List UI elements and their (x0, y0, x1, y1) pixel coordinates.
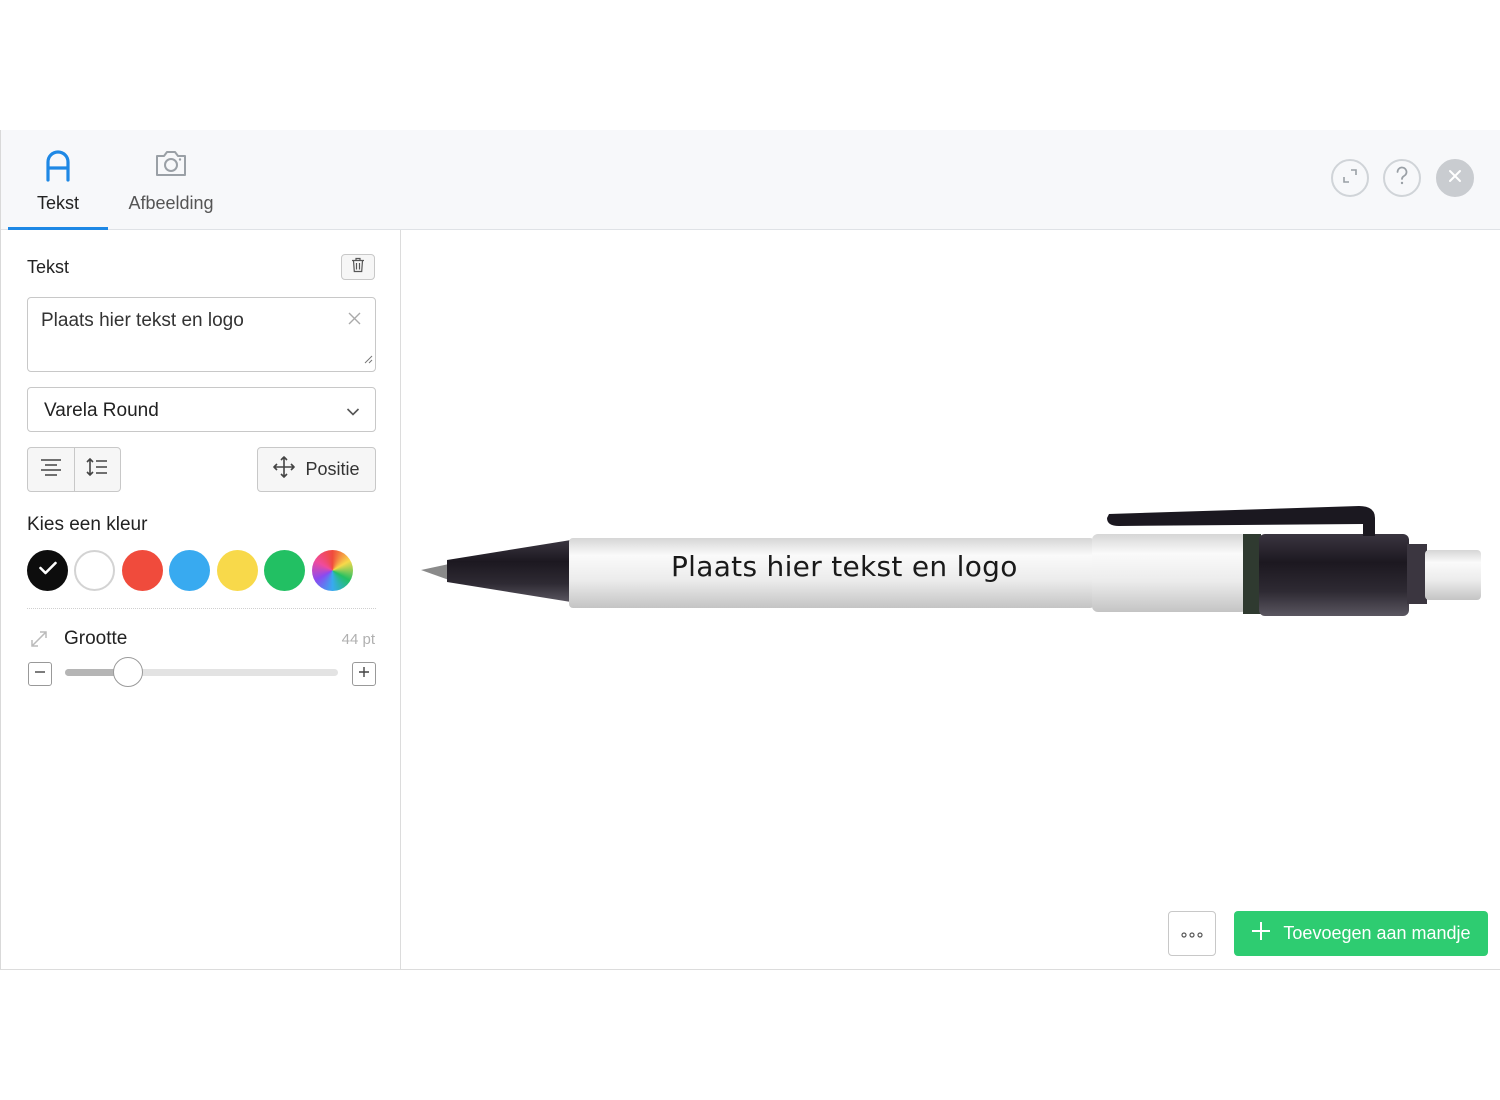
size-increase-button[interactable] (352, 662, 376, 686)
color-swatch-green[interactable] (264, 550, 305, 591)
add-to-cart-button[interactable]: Toevoegen aan mandje (1234, 911, 1488, 956)
color-label: Kies een kleur (27, 514, 148, 535)
divider (27, 608, 376, 609)
text-input[interactable]: Plaats hier tekst en logo (27, 297, 376, 372)
size-slider-thumb[interactable] (112, 657, 143, 687)
size-label: Grootte (64, 628, 128, 649)
color-swatch-red[interactable] (122, 550, 163, 591)
close-icon (1448, 169, 1462, 188)
add-to-cart-label: Toevoegen aan mandje (1283, 923, 1471, 943)
color-swatch-yellow[interactable] (217, 550, 258, 591)
designer-app: Tekst Afbeelding Tekst Plaats hier tekst… (0, 130, 1500, 970)
color-swatch-black[interactable] (27, 550, 68, 591)
close-button[interactable] (1436, 159, 1474, 197)
expand-button[interactable] (1331, 159, 1369, 197)
help-button[interactable] (1383, 159, 1421, 197)
tab-afbeelding[interactable]: Afbeelding (113, 130, 229, 230)
font-select[interactable]: Varela Round (27, 387, 376, 432)
color-swatch-white[interactable] (74, 550, 115, 591)
expand-icon (1342, 168, 1358, 189)
check-icon (38, 561, 57, 580)
resize-grip-icon[interactable] (363, 351, 373, 369)
align-center-icon (40, 458, 62, 481)
settings-sidebar: Tekst Plaats hier tekst en logo Varela R… (1, 230, 401, 969)
letter-a-icon (44, 148, 72, 187)
resize-arrows-icon (30, 630, 48, 653)
color-swatch-blue[interactable] (169, 550, 210, 591)
position-button[interactable]: Positie (257, 447, 376, 492)
preview-canvas: Plaats hier tekst en logo Toevoegen aan … (401, 230, 1500, 969)
trash-icon (351, 257, 365, 278)
chevron-down-icon (346, 404, 360, 422)
camera-icon (154, 148, 188, 183)
help-icon (1394, 166, 1410, 191)
delete-text-button[interactable] (341, 254, 375, 280)
tab-tekst[interactable]: Tekst (8, 130, 108, 230)
minus-icon (34, 665, 46, 683)
position-button-label: Positie (305, 459, 360, 479)
size-slider[interactable] (65, 657, 338, 687)
more-options-button[interactable] (1168, 911, 1216, 956)
line-spacing-icon (86, 457, 108, 482)
line-spacing-button[interactable] (73, 448, 121, 491)
tab-tekst-label: Tekst (36, 193, 79, 213)
tab-afbeelding-label: Afbeelding (128, 193, 214, 213)
plus-icon (358, 665, 370, 683)
text-input-value: Plaats hier tekst en logo (41, 310, 244, 331)
clear-text-icon[interactable] (348, 312, 361, 330)
move-icon (273, 456, 296, 483)
color-swatch-custom[interactable] (312, 550, 353, 591)
section-title: Tekst (27, 257, 70, 277)
more-icon (1181, 925, 1203, 943)
font-select-value: Varela Round (44, 400, 159, 421)
size-decrease-button[interactable] (28, 662, 52, 686)
plus-icon (1251, 921, 1271, 946)
top-bar: Tekst Afbeelding (1, 130, 1500, 230)
preview-text[interactable]: Plaats hier tekst en logo (671, 550, 1018, 583)
align-center-button[interactable] (28, 448, 74, 491)
size-value: 44 pt (341, 631, 375, 648)
text-format-group (27, 447, 121, 492)
